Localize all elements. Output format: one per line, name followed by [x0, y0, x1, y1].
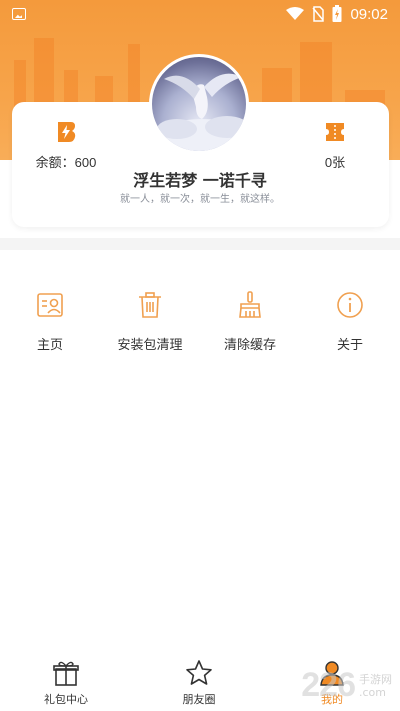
status-time: 09:02	[350, 5, 388, 23]
no-sim-icon	[312, 6, 325, 22]
section-divider	[0, 238, 400, 250]
coin-bolt-icon	[58, 122, 76, 142]
watermark-text-2: .com	[359, 685, 386, 699]
ticket-icon	[326, 123, 344, 141]
signature: 就一人，就一次，就一生，就这样。	[120, 194, 280, 205]
balance-stat[interactable]: 余额：600	[30, 120, 102, 171]
tab-label: 朋友圈	[182, 693, 216, 706]
tab-label: 礼包中心	[44, 693, 88, 706]
menu-item-label: 安装包清理	[117, 338, 183, 353]
star-icon	[186, 660, 212, 685]
watermark-text-1: 手游网	[359, 672, 392, 686]
trash-icon	[139, 292, 161, 318]
menu-item-package-cleanup[interactable]: 安装包清理	[100, 290, 200, 353]
site-watermark: 226 手游网 .com	[301, 666, 392, 705]
nickname: 浮生若梦 一诺千寻	[133, 171, 267, 190]
broom-icon	[239, 291, 261, 318]
status-bar: 09:02	[0, 0, 400, 30]
menu-item-about[interactable]: 关于	[300, 290, 400, 353]
menu-item-label: 主页	[36, 338, 63, 353]
tab-moments[interactable]: 朋友圈	[149, 659, 249, 707]
gift-icon	[53, 661, 79, 686]
info-icon	[337, 292, 363, 318]
menu-grid: 主页 安装包清理 清除缓存 关于	[0, 290, 400, 360]
menu-item-clear-cache[interactable]: 清除缓存	[200, 290, 300, 353]
profile-card-icon	[37, 293, 63, 317]
avatar[interactable]	[149, 54, 249, 154]
menu-item-label: 清除缓存	[223, 338, 276, 353]
menu-item-home[interactable]: 主页	[0, 290, 100, 353]
tickets-stat[interactable]: 0张	[315, 120, 355, 171]
tab-gift-center[interactable]: 礼包中心	[16, 659, 116, 707]
menu-item-label: 关于	[336, 338, 363, 353]
watermark-brand: 226	[301, 666, 356, 704]
wifi-icon	[286, 7, 305, 20]
battery-charging-icon	[332, 5, 342, 22]
gallery-icon	[12, 8, 26, 20]
